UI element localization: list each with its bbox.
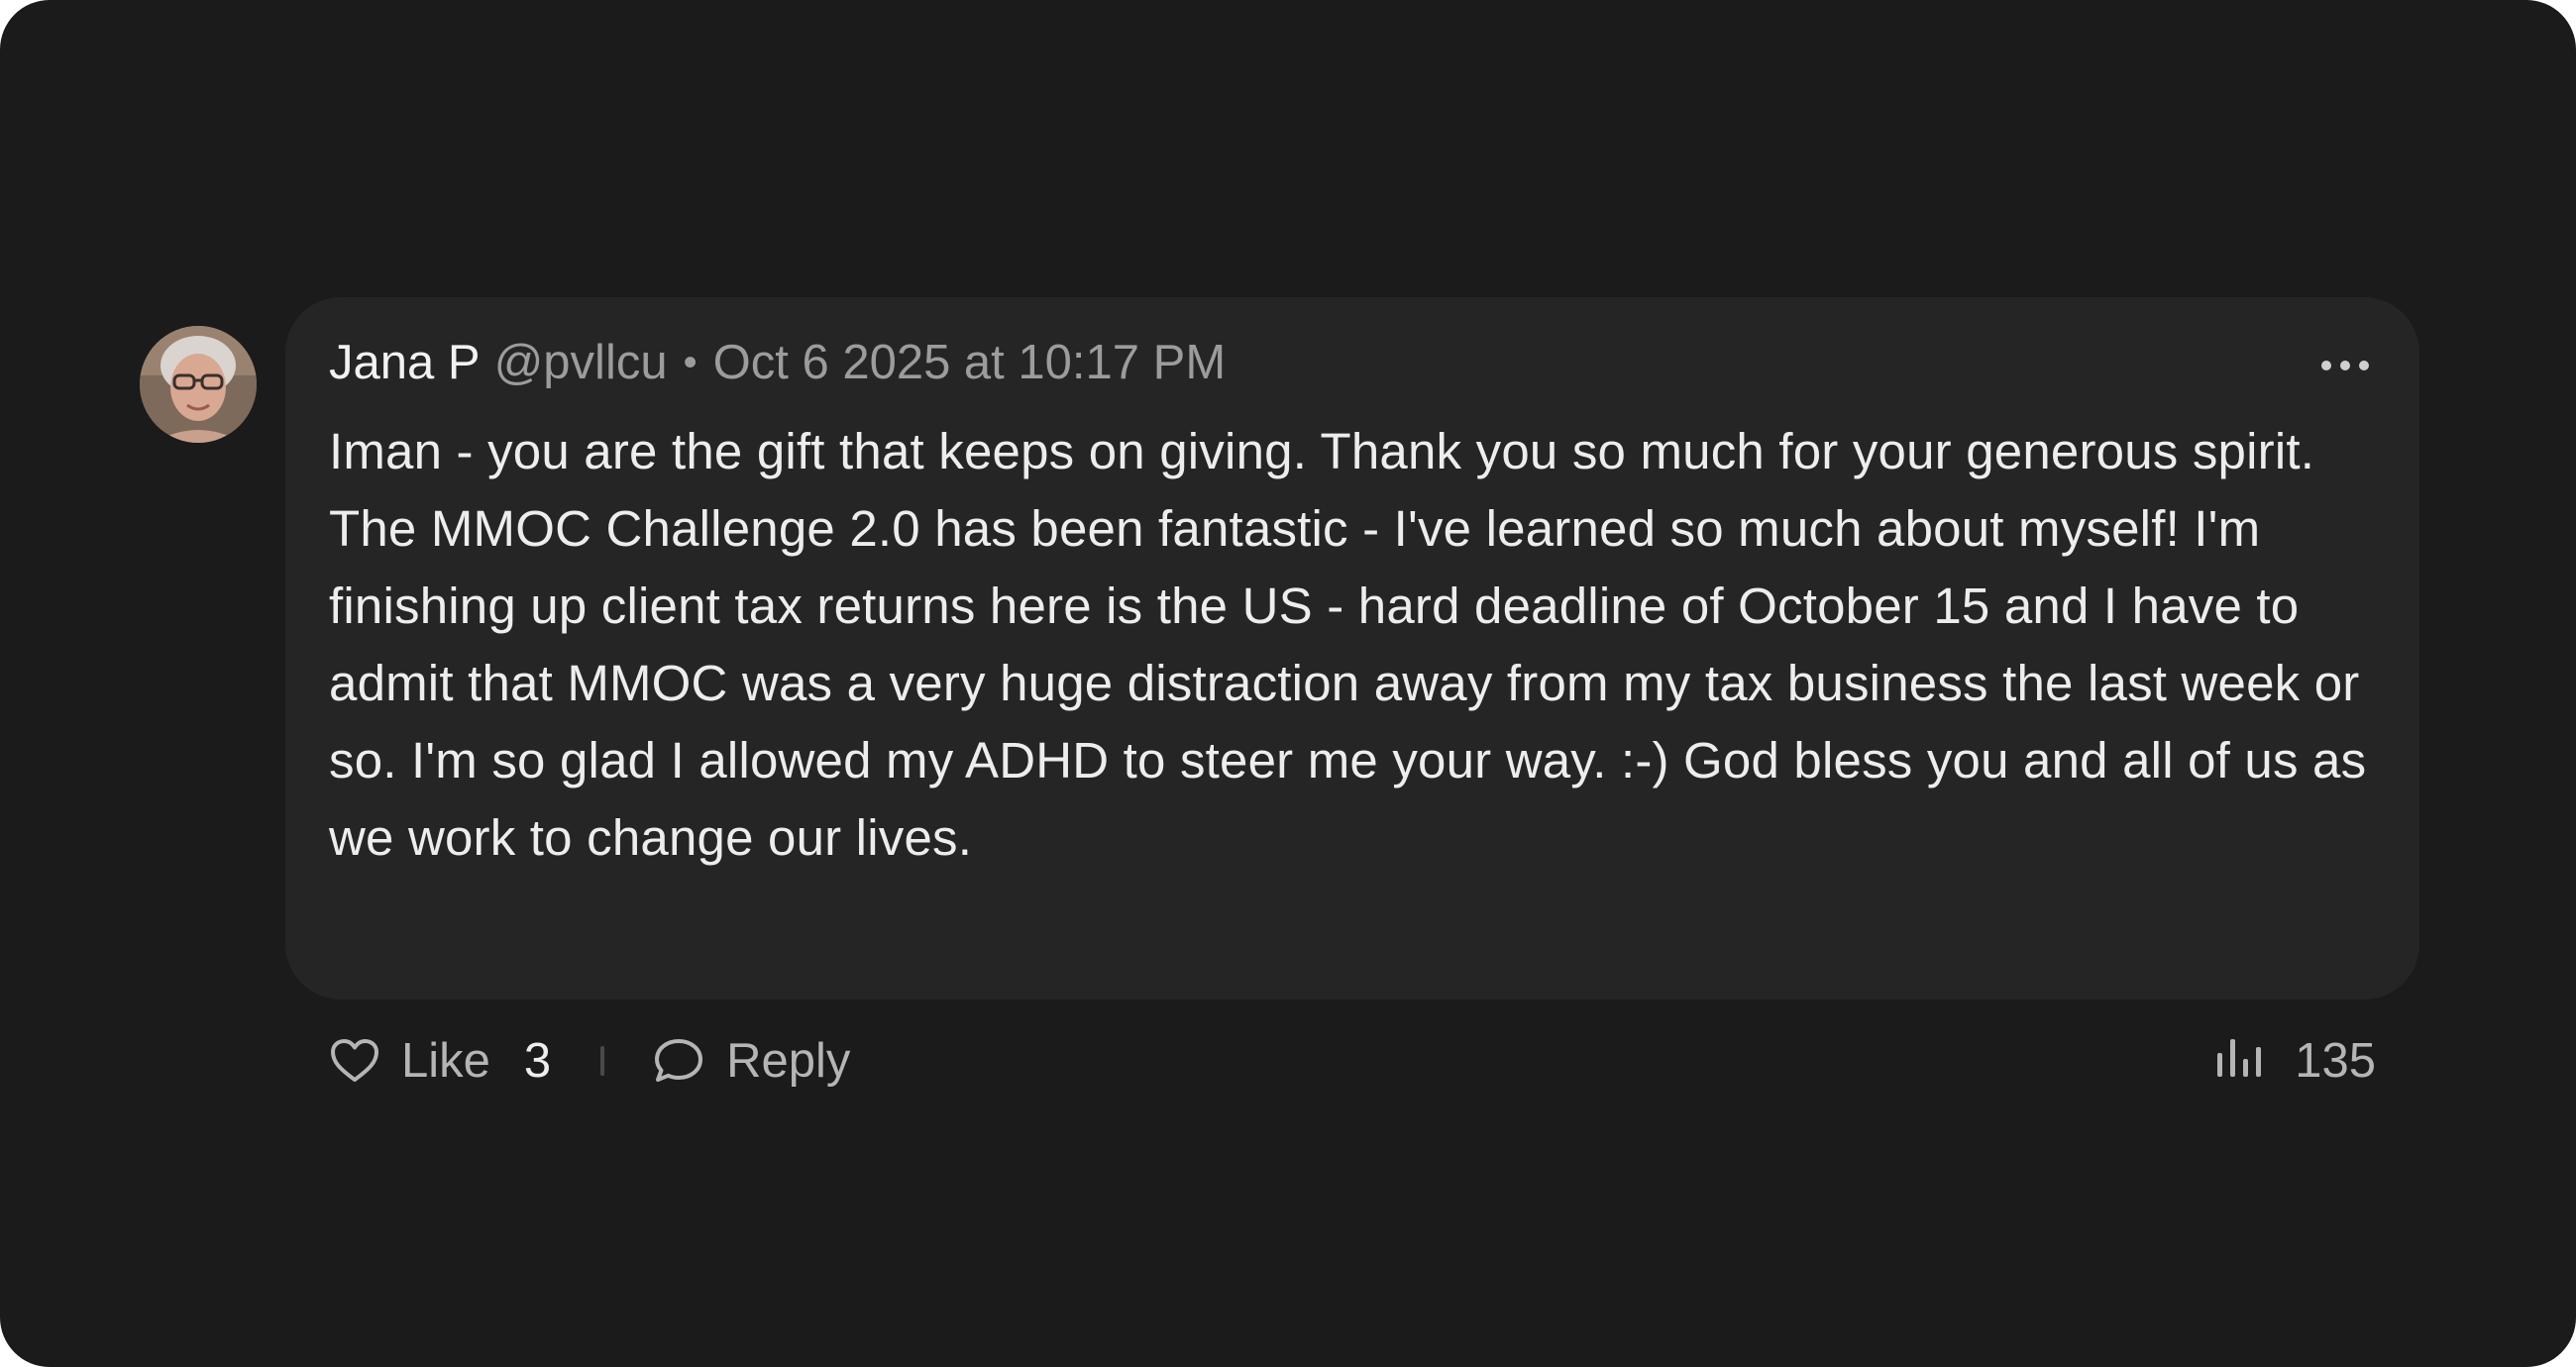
like-count: 3 (523, 1034, 552, 1088)
meta-separator: • (683, 341, 698, 384)
author-name[interactable]: Jana P (329, 333, 481, 392)
author-handle[interactable]: @pvllcu (494, 333, 668, 392)
bar-chart-icon (2215, 1033, 2265, 1089)
more-options-button[interactable] (2310, 341, 2380, 390)
heart-icon (330, 1038, 379, 1084)
more-horizontal-icon (2321, 361, 2369, 370)
comment-header: Jana P @pvllcu • Oct 6 2025 at 10:17 PM (329, 333, 1226, 392)
comment-bubble-icon (653, 1037, 704, 1085)
avatar[interactable] (140, 326, 257, 443)
reply-label: Reply (726, 1034, 851, 1088)
views-count: 135 (2295, 1034, 2376, 1088)
comment-card: Jana P @pvllcu • Oct 6 2025 at 10:17 PM … (0, 0, 2576, 1367)
like-label: Like (401, 1034, 490, 1088)
view-count: 135 (2215, 1025, 2376, 1097)
comment-text: Iman - you are the gift that keeps on gi… (329, 423, 2367, 866)
comment-bubble: Jana P @pvllcu • Oct 6 2025 at 10:17 PM … (285, 297, 2419, 999)
user-avatar-icon (140, 326, 257, 443)
action-divider (600, 1046, 605, 1076)
comment-actions: Like 3 Reply (330, 1025, 850, 1097)
reply-button[interactable]: Reply (653, 1033, 850, 1089)
like-button[interactable]: Like 3 (330, 1033, 551, 1089)
comment-timestamp[interactable]: Oct 6 2025 at 10:17 PM (713, 333, 1227, 392)
